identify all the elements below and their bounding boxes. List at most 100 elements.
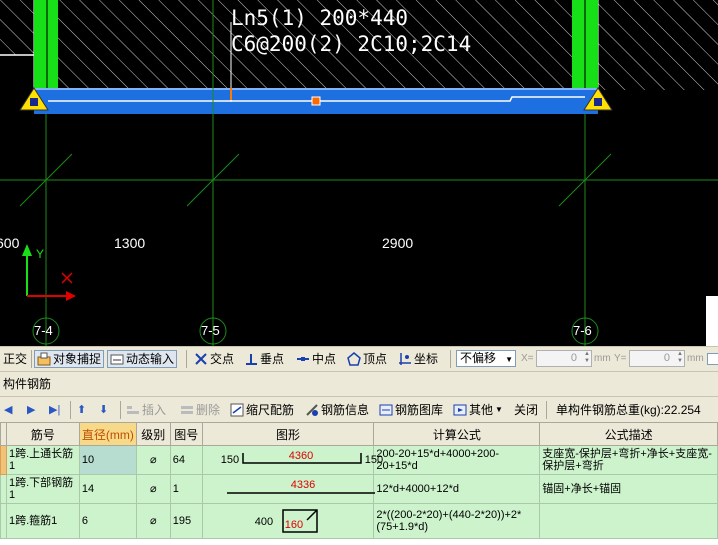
cell-figure-no[interactable]: 195 [169,503,203,539]
dynamic-input-toggle[interactable]: 动态输入 [107,350,178,368]
rebar-toolbar: ◀ ▶ ▶| ⬆ ⬇ 插入 删除 缩尺配筋 钢筋信息 钢筋图库 其他 ▼ 关闭 … [0,396,718,422]
dim-text-left: 600 [0,235,20,251]
cell-diameter[interactable]: 10 [78,445,137,475]
ortho-toggle[interactable]: 正交 [3,350,27,368]
close-button[interactable]: 关闭 [514,401,538,419]
cell-figure-no[interactable]: 1 [169,474,203,504]
cell-shape[interactable]: 150 4360 150 [201,445,383,475]
intersection-icon [195,353,207,365]
nav-prev-button[interactable]: ◀ [4,401,12,419]
cell-formula[interactable]: 2*((200-2*20)+(440-2*20))+2*(75+1.9*d) [373,503,541,539]
midpoint-label: 中点 [312,352,337,366]
x-offset-value: 0 [570,352,577,364]
cell-grade[interactable]: ⌀ [135,474,171,504]
arrow-down-icon: ⬇ [99,404,109,416]
shape-mid-length: 4336 [290,479,316,491]
table-header-row: 筋号 直径(mm) 级别 图号 图形 计算公式 公式描述 [0,422,718,446]
arrow-up-icon: ⬆ [77,404,87,416]
beam-label-line1[interactable]: Ln5(1) 200*440 [231,6,408,30]
cell-bar-name[interactable]: 1跨.箍筋1 [5,503,80,539]
chevron-down-icon: ▼ [495,405,503,414]
cell-formula[interactable]: 12*d+4000+12*d [373,474,541,504]
table-row[interactable]: 1跨.下部钢筋1 14 ⌀ 1 4336 12*d+4000+12*d 锚固+净… [0,474,718,504]
delete-button[interactable]: 删除 [180,401,220,419]
last-record-icon: ▶| [49,404,61,416]
shape-mid-length: 4360 [288,450,314,462]
col-header-formula[interactable]: 计算公式 [373,422,541,446]
triangle-left-icon: ◀ [4,404,13,416]
cell-grade[interactable]: ⌀ [135,503,171,539]
ucs-y-label: Y [36,247,45,261]
total-weight-display: 单构件钢筋总重(kg): 22.254 [556,401,701,419]
x-offset-input[interactable]: 0 ▲ ▼ [536,350,592,367]
dim-text-right: 2900 [382,235,414,251]
col-header-bar-name[interactable]: 筋号 [5,422,80,446]
nav-next-button[interactable]: ▶ [27,401,35,419]
cad-drawing-canvas[interactable]: Ln5(1) 200*440 C6@200(2) 2C10;2C14 600 1… [0,0,718,346]
other-menu-button[interactable]: 其他 ▼ [453,401,503,419]
move-up-button[interactable]: ⬆ [77,401,86,419]
vertex-label: 顶点 [363,352,388,366]
insert-button[interactable]: 插入 [126,401,166,419]
cell-diameter[interactable]: 6 [78,503,137,539]
spin-arrows-icon[interactable]: ▲ ▼ [677,351,683,365]
axis-label-7-5: 7-5 [201,323,220,338]
shape-straight-bar-icon [226,492,375,494]
perpendicular-icon [246,354,257,365]
cell-grade[interactable]: ⌀ [135,445,171,475]
rebar-info-label: 钢筋信息 [321,403,370,417]
rebar-library-button[interactable]: 钢筋图库 [379,401,443,419]
snap-toolbar: 正交 对象捕捉 动态输入 交点 垂点 中点 顶点 坐标 不偏移 ▼ X= 0 ▲… [0,346,718,372]
offset-dropdown[interactable]: 不偏移 ▼ [456,350,516,367]
coordinate-snap[interactable]: 坐标 [398,350,438,368]
total-weight-value: 22.254 [664,403,701,417]
cell-description[interactable]: 锚固+净长+锚固 [539,474,718,504]
cell-formula[interactable]: 200-20+15*d+4000+200-20+15*d [373,445,541,475]
cell-diameter[interactable]: 14 [78,474,137,504]
cell-description[interactable] [539,503,718,539]
delete-row-icon [181,406,193,414]
col-header-figure-no[interactable]: 图号 [169,422,203,446]
intersection-snap[interactable]: 交点 [194,350,234,368]
cell-shape[interactable]: 400 160 [201,503,375,539]
object-snap-icon [37,352,51,366]
y-offset-input[interactable]: 0 ▲ ▼ [629,350,685,367]
insert-label: 插入 [142,403,167,417]
x-coord-label: X= [521,353,534,364]
spin-arrows-icon[interactable]: ▲ ▼ [584,351,590,365]
rebar-table: 筋号 直径(mm) 级别 图号 图形 计算公式 公式描述 1跨.上通长筋1 10… [0,422,718,545]
cell-figure-no[interactable]: 64 [169,445,203,475]
scale-rebar-icon [230,403,244,417]
midpoint-snap[interactable]: 中点 [296,350,336,368]
cell-shape[interactable]: 4336 [201,474,375,504]
y-unit-label: mm [687,353,704,364]
axis-label-7-6: 7-6 [573,323,592,338]
nav-last-button[interactable]: ▶| [49,401,60,419]
beam-grip[interactable] [311,96,321,106]
col-header-diameter[interactable]: 直径(mm) [78,422,137,446]
col-header-grade[interactable]: 级别 [135,422,171,446]
cell-bar-name[interactable]: 1跨.下部钢筋1 [5,474,80,504]
table-row[interactable]: 1跨.箍筋1 6 ⌀ 195 400 160 2*((200-2*20)+(44… [0,503,718,539]
object-snap-toggle[interactable]: 对象捕捉 [34,350,105,368]
vertex-snap[interactable]: 顶点 [347,350,387,368]
slab-hatch-left [0,0,34,55]
intersection-label: 交点 [210,352,235,366]
total-weight-label: 单构件钢筋总重(kg): [556,403,665,417]
move-down-button[interactable]: ⬇ [99,401,108,419]
perpendicular-snap[interactable]: 垂点 [244,350,284,368]
dim-text-mid: 1300 [114,235,146,251]
dynamic-input-icon [110,354,124,365]
col-header-shape[interactable]: 图形 [201,422,375,446]
cell-description[interactable]: 支座宽-保护层+弯折+净长+支座宽-保护层+弯折 [539,445,718,475]
table-row[interactable]: 1跨.上通长筋1 10 ⌀ 64 150 4360 150 200-20+15*… [0,445,718,475]
object-snap-label: 对象捕捉 [53,352,102,366]
col-header-description[interactable]: 公式描述 [539,422,718,446]
beam-label-line2[interactable]: C6@200(2) 2C10;2C14 [231,32,471,56]
triangle-right-icon: ▶ [27,404,36,416]
ortho-label: 正交 [3,352,28,366]
snap-checkbox[interactable] [707,353,718,365]
scale-rebar-button[interactable]: 缩尺配筋 [230,401,294,419]
cell-bar-name[interactable]: 1跨.上通长筋1 [5,445,80,475]
rebar-info-button[interactable]: 钢筋信息 [305,401,369,419]
